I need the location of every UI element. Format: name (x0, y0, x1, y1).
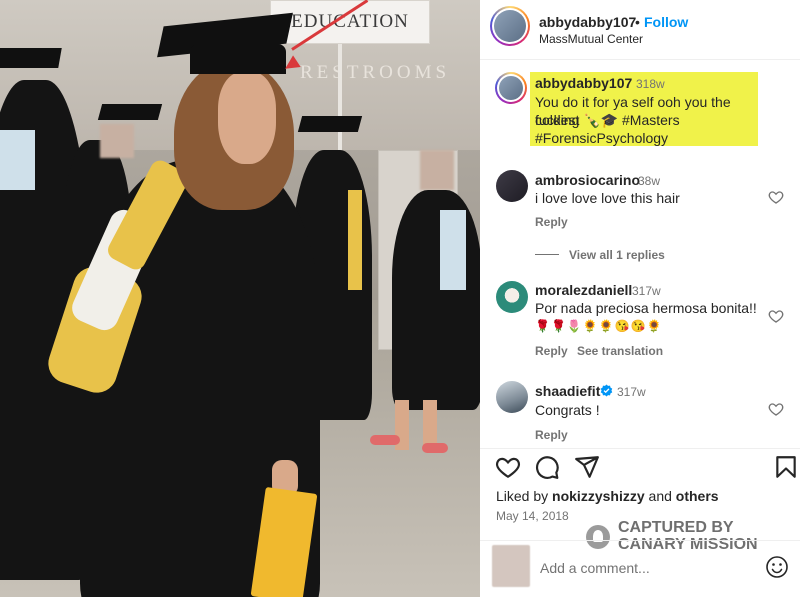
comment-1-avatar[interactable] (496, 170, 528, 202)
comment-2-emojis: 🌹🌹🌷🌻🌻😘😘🌻 (535, 319, 663, 333)
likes-joiner: and (648, 488, 672, 504)
bookmark-icon[interactable] (773, 454, 799, 480)
comment-2-username[interactable]: moralezdaniell (535, 282, 632, 298)
comment-2-heart-icon[interactable] (768, 308, 784, 324)
comment-2-time[interactable]: 317w (632, 284, 661, 298)
subject-face (218, 72, 276, 164)
comment-3-text: Congrats ! (535, 402, 600, 418)
caption-username[interactable]: abbydabby107 (535, 75, 632, 91)
caption-avatar-image (499, 76, 523, 100)
comment-1-reply[interactable]: Reply (535, 215, 568, 229)
shoes (370, 435, 400, 445)
graduate-right-2-hood (440, 210, 466, 290)
comment-1-text: i love love love this hair (535, 190, 680, 206)
post-location[interactable]: MassMutual Center (539, 32, 643, 46)
graduate-left-cap (0, 48, 62, 68)
comment-3-heart-icon[interactable] (768, 401, 784, 417)
follow-button[interactable]: Follow (644, 14, 688, 30)
view-replies-line (535, 254, 559, 255)
comment-1-username[interactable]: ambrosiocarino (535, 172, 640, 188)
likes-summary: Liked by nokizzyshizzy and others (496, 488, 719, 504)
heart-icon[interactable] (495, 454, 521, 480)
graduate-right-1-hood (348, 190, 362, 290)
viewer-avatar (492, 545, 530, 587)
caption-avatar[interactable] (495, 72, 527, 104)
caption-line-3: #ForensicPsychology (535, 130, 669, 146)
graduate-left-hood (0, 130, 35, 190)
shoes-2 (422, 443, 448, 453)
comment-input[interactable] (540, 558, 750, 578)
likes-others[interactable]: others (676, 488, 719, 504)
blurred-face-1 (100, 124, 134, 158)
likes-prefix: Liked by (496, 488, 549, 504)
caption-line-2: coldest 🍾🎓 #Masters (535, 112, 680, 128)
comment-1-time[interactable]: 38w (638, 174, 660, 188)
caption-time[interactable]: 318w (636, 77, 665, 91)
post-date[interactable]: May 14, 2018 (496, 509, 569, 523)
comment-2-reply[interactable]: Reply (535, 344, 568, 358)
comment-2-see-translation[interactable]: See translation (577, 344, 663, 358)
likes-user[interactable]: nokizzyshizzy (552, 488, 645, 504)
comment-1-heart-icon[interactable] (768, 189, 784, 205)
graduate-right-2 (392, 190, 480, 410)
verified-icon (600, 384, 613, 397)
education-sign-text: EDUCATION (291, 11, 409, 32)
subject-cap-base (190, 44, 286, 74)
comment-3-username[interactable]: shaadiefit (535, 383, 600, 399)
author-username[interactable]: abbydabby107 (539, 14, 636, 30)
author-avatar-image (494, 10, 526, 42)
watermark-line-1: CAPTURED BY (618, 519, 734, 536)
action-bar (480, 448, 800, 488)
author-avatar[interactable] (490, 6, 530, 46)
view-replies-button[interactable]: View all 1 replies (569, 248, 665, 262)
comment-3-reply[interactable]: Reply (535, 428, 568, 442)
header-separator: • (635, 14, 640, 30)
restroom-sign: RESTROOMS (300, 62, 451, 83)
graduate-right-1-cap (297, 116, 363, 132)
comment-2-avatar[interactable] (496, 281, 528, 313)
comment-2-text: Por nada preciosa hermosa bonita!! (535, 300, 757, 316)
share-icon[interactable] (574, 454, 600, 480)
blurred-face-2 (420, 150, 454, 190)
post-photo[interactable]: RESTROOMS EDUCATION (0, 0, 480, 597)
graduate-mid-cap (97, 104, 163, 120)
comment-icon[interactable] (534, 454, 560, 480)
comment-3-avatar[interactable] (496, 381, 528, 413)
emoji-icon[interactable] (765, 555, 789, 579)
comment-3-time[interactable]: 317w (617, 385, 646, 399)
education-sign: EDUCATION (270, 0, 430, 44)
